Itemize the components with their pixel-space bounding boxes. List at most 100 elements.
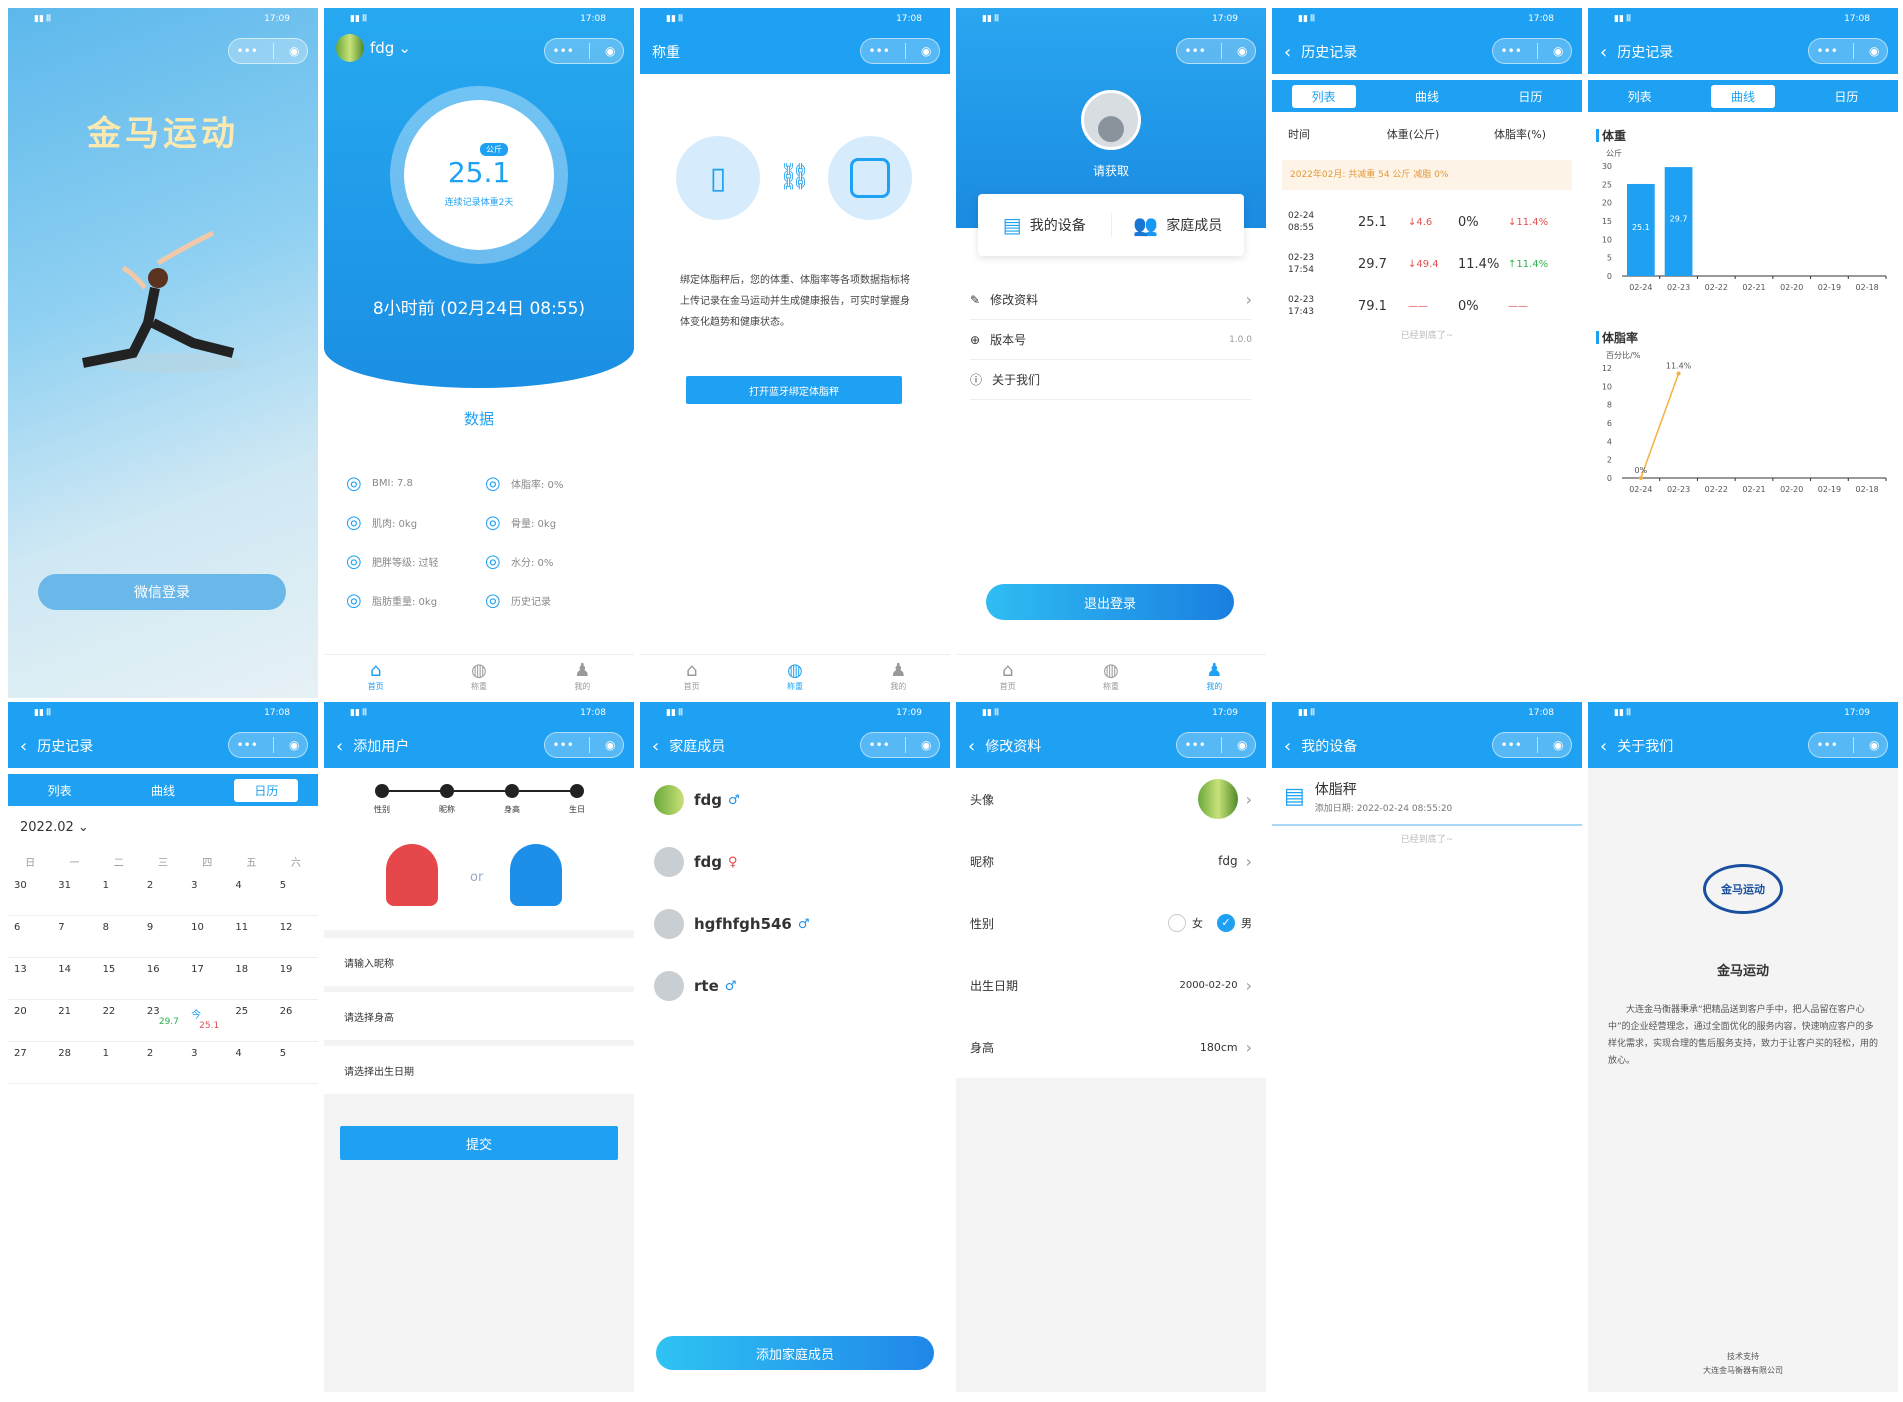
back-icon[interactable]: ‹ bbox=[1284, 736, 1291, 757]
calendar-day[interactable]: 3 bbox=[185, 874, 230, 916]
calendar-day[interactable]: 5 bbox=[273, 1042, 318, 1084]
female-radio[interactable] bbox=[1168, 914, 1186, 932]
tab-calendar[interactable]: 日历 bbox=[234, 778, 299, 802]
tab-home[interactable]: ⌂ 首页 bbox=[640, 655, 743, 698]
calendar-day[interactable]: 21 bbox=[52, 1000, 97, 1042]
capsule-menu[interactable]: ••• ◉ bbox=[544, 38, 624, 64]
calendar-day[interactable]: 8 bbox=[96, 916, 141, 958]
calendar-day[interactable]: 13 bbox=[8, 958, 53, 1000]
calendar-day[interactable]: 20 bbox=[8, 1000, 53, 1042]
tab-curve[interactable]: 曲线 bbox=[1395, 85, 1459, 108]
calendar-day[interactable]: 1 bbox=[96, 1042, 141, 1084]
tab-home[interactable]: ⌂ 首页 bbox=[956, 655, 1059, 698]
user-name[interactable]: 请获取 bbox=[956, 162, 1266, 179]
avatar-row[interactable]: 头像 › bbox=[970, 768, 1252, 830]
family-member-item[interactable]: hgfhfgh546 ♂ bbox=[654, 904, 936, 944]
wechat-login-button[interactable]: 微信登录 bbox=[38, 574, 286, 610]
calendar-day[interactable]: 11 bbox=[229, 916, 274, 958]
submit-button[interactable]: 提交 bbox=[340, 1126, 618, 1160]
user-switcher[interactable]: fdg ⌄ bbox=[336, 34, 411, 62]
calendar-day[interactable]: 18 bbox=[229, 958, 274, 1000]
calendar-day[interactable]: 12 bbox=[273, 916, 318, 958]
tab-weigh[interactable]: ◍ 称重 bbox=[1059, 655, 1162, 698]
my-devices-button[interactable]: ▤ 我的设备 bbox=[978, 213, 1112, 237]
family-member-item[interactable]: rte ♂ bbox=[654, 966, 936, 1006]
back-icon[interactable]: ‹ bbox=[1600, 736, 1607, 757]
calendar-day[interactable]: 7 bbox=[52, 916, 97, 958]
capsule-menu[interactable]: ••• ◉ bbox=[1176, 38, 1256, 64]
month-picker[interactable]: 2022.02 ⌄ bbox=[20, 820, 89, 835]
add-family-member-button[interactable]: 添加家庭成员 bbox=[656, 1336, 934, 1370]
calendar-day[interactable]: 6 bbox=[8, 916, 53, 958]
back-icon[interactable]: ‹ bbox=[20, 736, 27, 757]
tab-list[interactable]: 列表 bbox=[1608, 85, 1672, 108]
back-icon[interactable]: ‹ bbox=[1600, 42, 1607, 63]
calendar-day[interactable]: 23 29.7 bbox=[140, 1000, 186, 1042]
back-icon[interactable]: ‹ bbox=[652, 736, 659, 757]
female-avatar-option[interactable] bbox=[386, 844, 438, 906]
nickname-row[interactable]: 昵称 fdg › bbox=[970, 830, 1252, 892]
calendar-day[interactable]: 14 bbox=[52, 958, 97, 1000]
back-icon[interactable]: ‹ bbox=[336, 736, 343, 757]
male-avatar-option[interactable] bbox=[510, 844, 562, 906]
tab-curve[interactable]: 曲线 bbox=[131, 779, 195, 802]
capsule-menu[interactable]: ••• ◉ bbox=[1492, 732, 1572, 758]
male-radio[interactable]: ✓ bbox=[1217, 914, 1235, 932]
logout-button[interactable]: 退出登录 bbox=[986, 584, 1234, 620]
capsule-menu[interactable]: ••• ◉ bbox=[860, 732, 940, 758]
bind-scale-button[interactable]: 打开蓝牙绑定体脂秤 bbox=[686, 376, 902, 404]
calendar-day[interactable]: 2 bbox=[140, 874, 186, 916]
metric-item[interactable]: ◎ 历史记录 bbox=[485, 590, 624, 611]
capsule-menu[interactable]: ••• ◉ bbox=[1808, 732, 1888, 758]
calendar-day[interactable]: 16 bbox=[140, 958, 186, 1000]
calendar-day[interactable]: 19 bbox=[273, 958, 318, 1000]
height-select[interactable]: 请选择身高 bbox=[324, 992, 634, 1040]
tab-me[interactable]: ♟ 我的 bbox=[1163, 655, 1266, 698]
calendar-day[interactable]: 28 bbox=[52, 1042, 97, 1084]
calendar-day[interactable]: 22 bbox=[96, 1000, 141, 1042]
calendar-day[interactable]: 15 bbox=[96, 958, 141, 1000]
tab-weigh[interactable]: ◍ 称重 bbox=[743, 655, 846, 698]
tab-calendar[interactable]: 日历 bbox=[1814, 85, 1878, 108]
about-item[interactable]: ⓘ 关于我们 bbox=[970, 360, 1252, 400]
birthday-select[interactable]: 请选择出生日期 bbox=[324, 1046, 634, 1094]
calendar-day[interactable]: 31 bbox=[52, 874, 97, 916]
back-icon[interactable]: ‹ bbox=[968, 736, 975, 757]
capsule-menu[interactable]: ••• ◉ bbox=[228, 732, 308, 758]
calendar-day[interactable]: 9 bbox=[140, 916, 186, 958]
tab-list[interactable]: 列表 bbox=[28, 779, 92, 802]
calendar-day[interactable]: 3 bbox=[185, 1042, 230, 1084]
birthday-row[interactable]: 出生日期 2000-02-20 › bbox=[970, 954, 1252, 1016]
calendar-day[interactable]: 17 bbox=[185, 958, 230, 1000]
tab-home[interactable]: ⌂ 首页 bbox=[324, 655, 427, 698]
nickname-input[interactable]: 请输入昵称 bbox=[324, 938, 634, 986]
tab-list[interactable]: 列表 bbox=[1291, 84, 1356, 108]
family-member-item[interactable]: fdg ♀ bbox=[654, 842, 936, 882]
calendar-day[interactable]: 27 bbox=[8, 1042, 53, 1084]
device-item[interactable]: ▤ 体脂秤 添加日期: 2022-02-24 08:55:20 bbox=[1272, 768, 1582, 826]
back-icon[interactable]: ‹ bbox=[1284, 42, 1291, 63]
edit-profile-item[interactable]: ✎ 修改资料 › bbox=[970, 280, 1252, 320]
capsule-menu[interactable]: ••• ◉ bbox=[860, 38, 940, 64]
calendar-day[interactable]: 26 bbox=[273, 1000, 318, 1042]
tab-calendar[interactable]: 日历 bbox=[1498, 85, 1562, 108]
calendar-day[interactable]: 4 bbox=[229, 874, 274, 916]
calendar-day[interactable]: 1 bbox=[96, 874, 141, 916]
family-members-button[interactable]: 👥 家庭成员 bbox=[1112, 213, 1245, 237]
tab-weigh[interactable]: ◍ 称重 bbox=[427, 655, 530, 698]
calendar-day[interactable]: 30 bbox=[8, 874, 53, 916]
tab-me[interactable]: ♟ 我的 bbox=[531, 655, 634, 698]
calendar-day[interactable]: 25 bbox=[229, 1000, 274, 1042]
calendar-day[interactable]: 10 bbox=[185, 916, 230, 958]
family-member-item[interactable]: fdg ♂ bbox=[654, 780, 936, 820]
capsule-menu[interactable]: ••• ◉ bbox=[544, 732, 624, 758]
calendar-day[interactable]: 5 bbox=[273, 874, 318, 916]
capsule-menu[interactable]: ••• ◉ bbox=[1808, 38, 1888, 64]
height-row[interactable]: 身高 180cm › bbox=[970, 1016, 1252, 1078]
tab-me[interactable]: ♟ 我的 bbox=[847, 655, 950, 698]
calendar-day[interactable]: 今 25.1 bbox=[185, 1000, 230, 1042]
calendar-day[interactable]: 2 bbox=[140, 1042, 186, 1084]
capsule-menu[interactable]: ••• ◉ bbox=[1176, 732, 1256, 758]
capsule-menu[interactable]: ••• ◉ bbox=[1492, 38, 1572, 64]
avatar[interactable]: ● bbox=[1081, 90, 1141, 150]
